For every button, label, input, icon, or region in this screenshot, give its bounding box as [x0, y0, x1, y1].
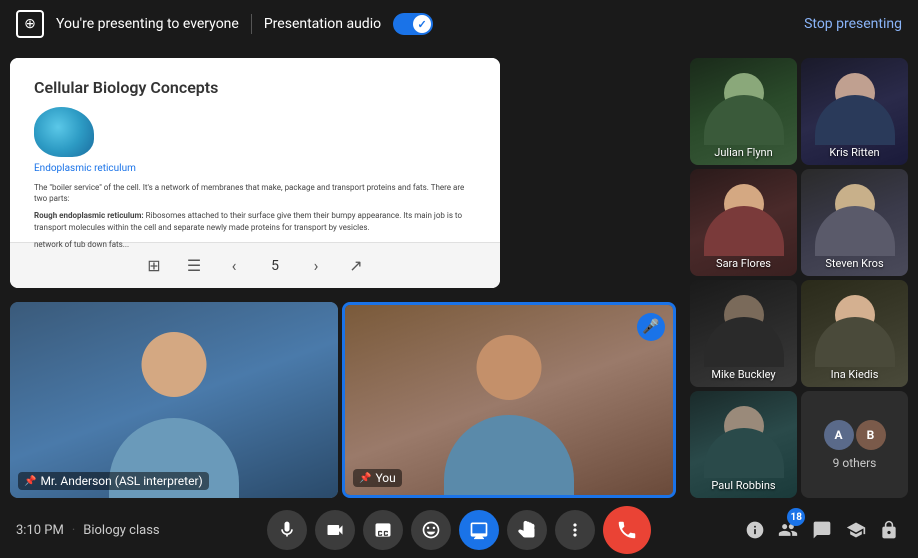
slide-content: Cellular Biology Concepts Endoplasmic re…	[10, 58, 500, 242]
slide-title: Cellular Biology Concepts	[34, 78, 476, 97]
time-class-info: 3:10 PM · Biology class	[16, 523, 176, 538]
share-slide-button[interactable]: ↗	[342, 252, 370, 280]
presentation-area: Cellular Biology Concepts Endoplasmic re…	[10, 58, 500, 288]
name-paul-robbins: Paul Robbins	[690, 479, 797, 492]
captions-button[interactable]	[363, 510, 403, 550]
name-you-text: You	[375, 471, 395, 485]
present-button[interactable]	[459, 510, 499, 550]
emoji-button[interactable]	[411, 510, 451, 550]
chat-button[interactable]	[809, 512, 835, 548]
tile-you: 🎤 📌 You	[342, 302, 676, 498]
present-tab-button[interactable]: ⊞	[140, 252, 168, 280]
controls-right: 18	[742, 512, 902, 548]
speaking-indicator: 🎤	[637, 313, 665, 341]
name-you: 📌 You	[353, 469, 402, 487]
name-julian-flynn: Julian Flynn	[690, 146, 797, 159]
stop-presenting-button[interactable]: Stop presenting	[804, 16, 902, 32]
mic-button[interactable]	[267, 510, 307, 550]
top-bar-left: ⊕ You're presenting to everyone Presenta…	[16, 10, 804, 38]
slide-text-1: The "boiler service" of the cell. It's a…	[34, 182, 476, 204]
slides-list-button[interactable]: ☰	[180, 252, 208, 280]
audio-label: Presentation audio	[264, 16, 381, 32]
presenting-text: You're presenting to everyone	[56, 16, 239, 32]
screen-share-icon: ⊕	[16, 10, 44, 38]
pin-icon-you: 📌	[359, 473, 371, 484]
bottom-bar: 3:10 PM · Biology class	[0, 502, 918, 558]
tile-julian-flynn: Julian Flynn	[690, 58, 797, 165]
slide-subtitle: Endoplasmic reticulum	[34, 163, 476, 174]
others-label: 9 others	[833, 456, 877, 470]
others-avatars: A B	[824, 420, 886, 450]
slide-bold-2: Rough endoplasmic reticulum:	[34, 211, 144, 220]
people-button[interactable]: 18	[776, 512, 802, 548]
people-badge: 18	[787, 508, 805, 526]
raise-hand-button[interactable]	[507, 510, 547, 550]
name-ina-kiedis: Ina Kiedis	[801, 368, 908, 381]
name-kris-ritten: Kris Ritten	[801, 146, 908, 159]
mini-avatar-1: A	[824, 420, 854, 450]
mini-avatar-2: B	[856, 420, 886, 450]
camera-button[interactable]	[315, 510, 355, 550]
cell-image	[34, 107, 94, 157]
participant-tiles: 📌 Mr. Anderson (ASL interpreter) 🎤 📌 You	[0, 302, 686, 502]
tile-sara-flores: Sara Flores	[690, 169, 797, 276]
next-slide-button[interactable]: ›	[302, 252, 330, 280]
toggle-knob: ✓	[413, 15, 431, 33]
check-icon: ✓	[417, 18, 426, 31]
name-steven-kros: Steven Kros	[801, 257, 908, 270]
tile-mr-anderson: 📌 Mr. Anderson (ASL interpreter)	[10, 302, 338, 498]
slide-text-2: Rough endoplasmic reticulum: Ribosomes a…	[34, 210, 476, 232]
video-you	[345, 305, 673, 495]
slide-number: 5	[260, 258, 290, 274]
end-call-button[interactable]	[603, 506, 651, 554]
name-mr-anderson: 📌 Mr. Anderson (ASL interpreter)	[18, 472, 209, 490]
time-display: 3:10 PM	[16, 523, 64, 538]
name-anderson-text: Mr. Anderson (ASL interpreter)	[40, 474, 202, 488]
right-side-grid: Julian Flynn Kris Ritten Sara Flores Ste…	[686, 48, 918, 502]
tile-9-others[interactable]: A B 9 others	[801, 391, 908, 498]
name-sara-flores: Sara Flores	[690, 257, 797, 270]
tile-steven-kros: Steven Kros	[801, 169, 908, 276]
info-button[interactable]	[742, 512, 768, 548]
main-area: Cellular Biology Concepts Endoplasmic re…	[0, 48, 918, 502]
more-options-button[interactable]	[555, 510, 595, 550]
video-mr-anderson	[10, 302, 338, 498]
controls-center	[176, 506, 742, 554]
separator: ·	[72, 523, 75, 538]
class-name: Biology class	[83, 523, 159, 538]
audio-toggle[interactable]: ✓	[393, 13, 433, 35]
divider	[251, 14, 252, 34]
name-mike-buckley: Mike Buckley	[690, 368, 797, 381]
tile-ina-kiedis: Ina Kiedis	[801, 280, 908, 387]
activities-button[interactable]	[843, 512, 869, 548]
tile-paul-robbins: Paul Robbins	[690, 391, 797, 498]
pin-icon-anderson: 📌	[24, 476, 36, 487]
left-side: Cellular Biology Concepts Endoplasmic re…	[0, 48, 686, 502]
prev-slide-button[interactable]: ‹	[220, 252, 248, 280]
tile-mike-buckley: Mike Buckley	[690, 280, 797, 387]
tile-kris-ritten: Kris Ritten	[801, 58, 908, 165]
safety-button[interactable]	[876, 512, 902, 548]
top-bar: ⊕ You're presenting to everyone Presenta…	[0, 0, 918, 48]
